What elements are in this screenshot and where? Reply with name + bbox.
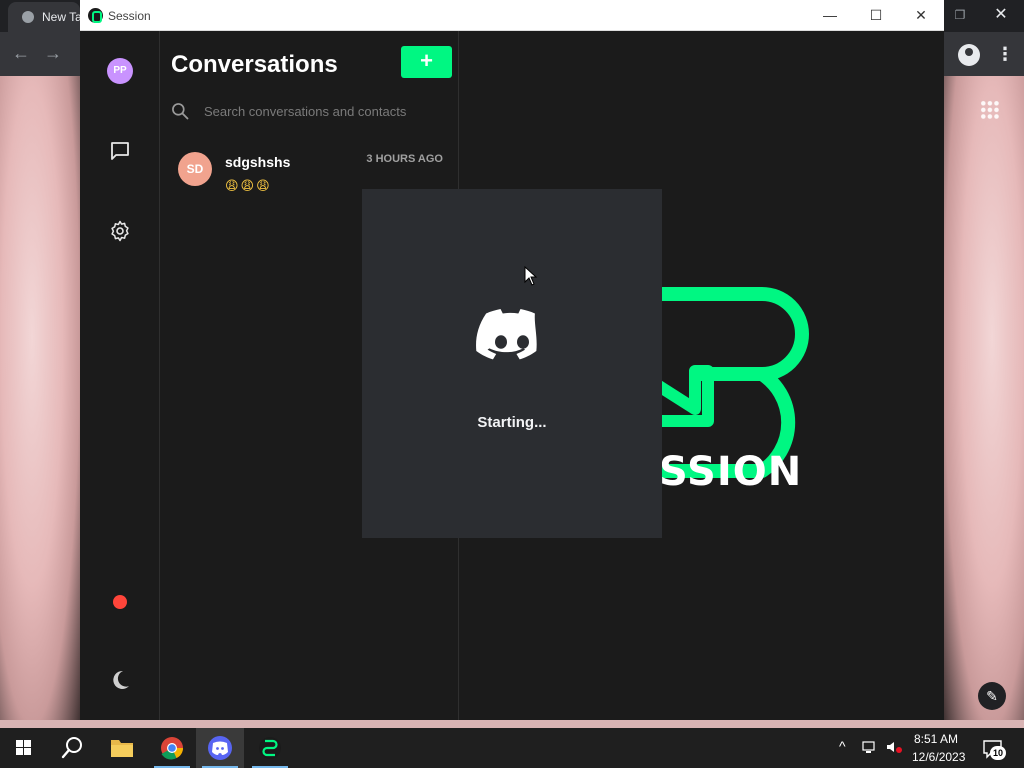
conversations-heading: Conversations (171, 51, 338, 78)
folder-icon (111, 740, 133, 757)
start-button[interactable] (0, 728, 48, 768)
chrome-icon (161, 737, 183, 760)
discord-taskbar-icon (208, 736, 232, 760)
maximize-button[interactable]: ☐ (853, 0, 899, 31)
desktop-wallpaper-right (944, 76, 1024, 728)
clock-time[interactable]: 8:51 AM (914, 732, 958, 746)
edit-pencil-icon[interactable]: ✎ (978, 682, 1006, 710)
windows-taskbar: ^ 8:51 AM 12/6/2023 10 (0, 728, 1024, 768)
apps-grid-icon[interactable] (980, 100, 1000, 120)
clock-date[interactable]: 12/6/2023 (912, 750, 965, 764)
taskbar-file-explorer[interactable] (98, 728, 146, 768)
browser-tab[interactable]: New Tab (8, 2, 80, 32)
settings-gear-icon[interactable] (108, 219, 132, 243)
search-icon (172, 103, 189, 120)
moon-icon[interactable] (108, 668, 132, 692)
contact-name: sdgshshs (225, 154, 291, 170)
last-message-time: 3 HOURS AGO (366, 153, 443, 165)
back-arrow-icon[interactable]: ← (12, 43, 30, 64)
forward-arrow-icon[interactable]: → (44, 43, 62, 64)
notification-count-badge: 10 (990, 746, 1006, 760)
browser-close-button[interactable]: ✕ (978, 0, 1024, 32)
taskbar-session[interactable] (246, 728, 294, 768)
windows-logo-icon (16, 740, 31, 755)
session-taskbar-icon (259, 737, 281, 759)
window-titlebar: Session — ☐ ✕ (80, 0, 944, 31)
browser-restore-button[interactable]: ❐ (944, 0, 976, 32)
discord-logo-icon (476, 309, 537, 360)
desktop-wallpaper-left (0, 76, 80, 728)
window-title: Session (108, 9, 151, 23)
profile-icon[interactable] (958, 44, 980, 66)
search-input[interactable] (204, 101, 449, 121)
kebab-menu-icon[interactable]: ⋮ (996, 44, 1014, 65)
desktop-wallpaper-bottom (0, 720, 1024, 728)
left-nav-rail: PP (80, 31, 160, 720)
taskbar-discord[interactable] (196, 728, 244, 768)
mouse-cursor-icon (524, 266, 538, 286)
contact-avatar: SD (178, 152, 212, 186)
volume-muted-icon[interactable] (886, 740, 902, 754)
last-message-preview: 😩😩😩 (225, 178, 272, 193)
messages-icon[interactable] (108, 139, 132, 163)
taskbar-search-button[interactable] (48, 728, 96, 768)
discord-splash-window: Starting... (362, 189, 662, 538)
chrome-tab-icon (22, 11, 34, 23)
network-icon[interactable] (862, 740, 878, 754)
connection-status-dot (113, 595, 127, 609)
tray-overflow-chevron[interactable]: ^ (839, 738, 846, 754)
taskbar-search-icon (61, 737, 82, 759)
browser-tab-title: New Tab (42, 10, 80, 24)
discord-status-text: Starting... (477, 414, 547, 431)
close-button[interactable]: ✕ (898, 0, 944, 31)
user-avatar[interactable]: PP (107, 58, 133, 84)
new-conversation-button[interactable]: + (401, 46, 452, 78)
session-app-icon (88, 8, 103, 23)
taskbar-chrome[interactable] (148, 728, 196, 768)
minimize-button[interactable]: — (807, 0, 853, 31)
session-brand-text: SSION (659, 449, 803, 495)
